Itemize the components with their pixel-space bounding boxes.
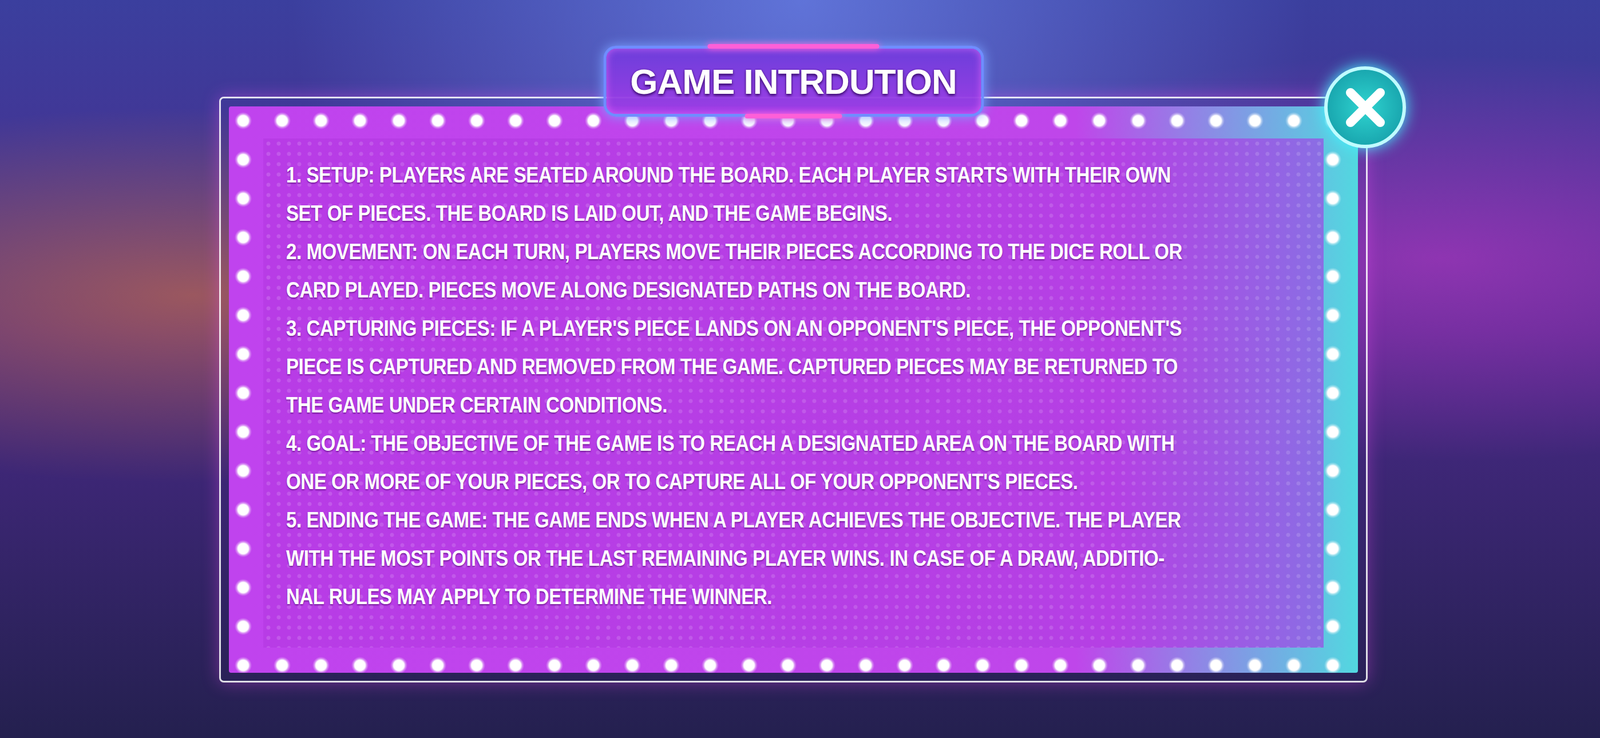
rule-text: 1. SETUP: PLAYERS ARE SEATED AROUND THE … <box>286 152 1171 198</box>
close-icon[interactable] <box>1341 83 1390 132</box>
rule-text: 5. ENDING THE GAME: THE GAME ENDS WHEN A… <box>286 497 1182 543</box>
background-scene: 1. SETUP: PLAYERS ARE SEATED AROUND THE … <box>0 0 1600 683</box>
close-button[interactable] <box>1324 66 1407 149</box>
rule-text: PIECE IS CAPTURED AND REMOVED FROM THE G… <box>286 343 1178 390</box>
light-border: 1. SETUP: PLAYERS ARE SEATED AROUND THE … <box>228 106 1358 673</box>
rule-text: 2. MOVEMENT: ON EACH TURN, PLAYERS MOVE … <box>286 228 1183 275</box>
rule-text: THE GAME UNDER CERTAIN CONDITIONS. <box>286 382 668 428</box>
rule-text: 4. GOAL: THE OBJECTIVE OF THE GAME IS TO… <box>286 420 1175 466</box>
rule-text: SET OF PIECES. THE BOARD IS LAID OUT, AN… <box>286 190 893 236</box>
rule-text: 3. CAPTURING PIECES: IF A PLAYER'S PIECE… <box>286 305 1182 351</box>
title-banner: GAME INTRDUTION <box>603 45 984 117</box>
rule-item: 4. GOAL: THE OBJECTIVE OF THE GAME IS TO… <box>286 424 1313 501</box>
rule-item: 5. ENDING THE GAME: THE GAME ENDS WHEN A… <box>286 500 1313 616</box>
intro-dialog: 1. SETUP: PLAYERS ARE SEATED AROUND THE … <box>219 96 1368 683</box>
rules-panel: 1. SETUP: PLAYERS ARE SEATED AROUND THE … <box>263 138 1324 648</box>
rule-item: 1. SETUP: PLAYERS ARE SEATED AROUND THE … <box>286 155 1313 233</box>
rule-text: ONE OR MORE OF YOUR PIECES, OR TO CAPTUR… <box>286 458 1079 505</box>
rule-text: NAL RULES MAY APPLY TO DETERMINE THE WIN… <box>286 573 772 620</box>
rule-text: CARD PLAYED. PIECES MOVE ALONG DESIGNATE… <box>286 267 971 313</box>
dialog-title: GAME INTRDUTION <box>628 62 958 102</box>
rule-item: 3. CAPTURING PIECES: IF A PLAYER'S PIECE… <box>286 309 1313 425</box>
rule-item: 2. MOVEMENT: ON EACH TURN, PLAYERS MOVE … <box>286 232 1313 310</box>
rule-text: WITH THE MOST POINTS OR THE LAST REMAINI… <box>286 535 1165 581</box>
